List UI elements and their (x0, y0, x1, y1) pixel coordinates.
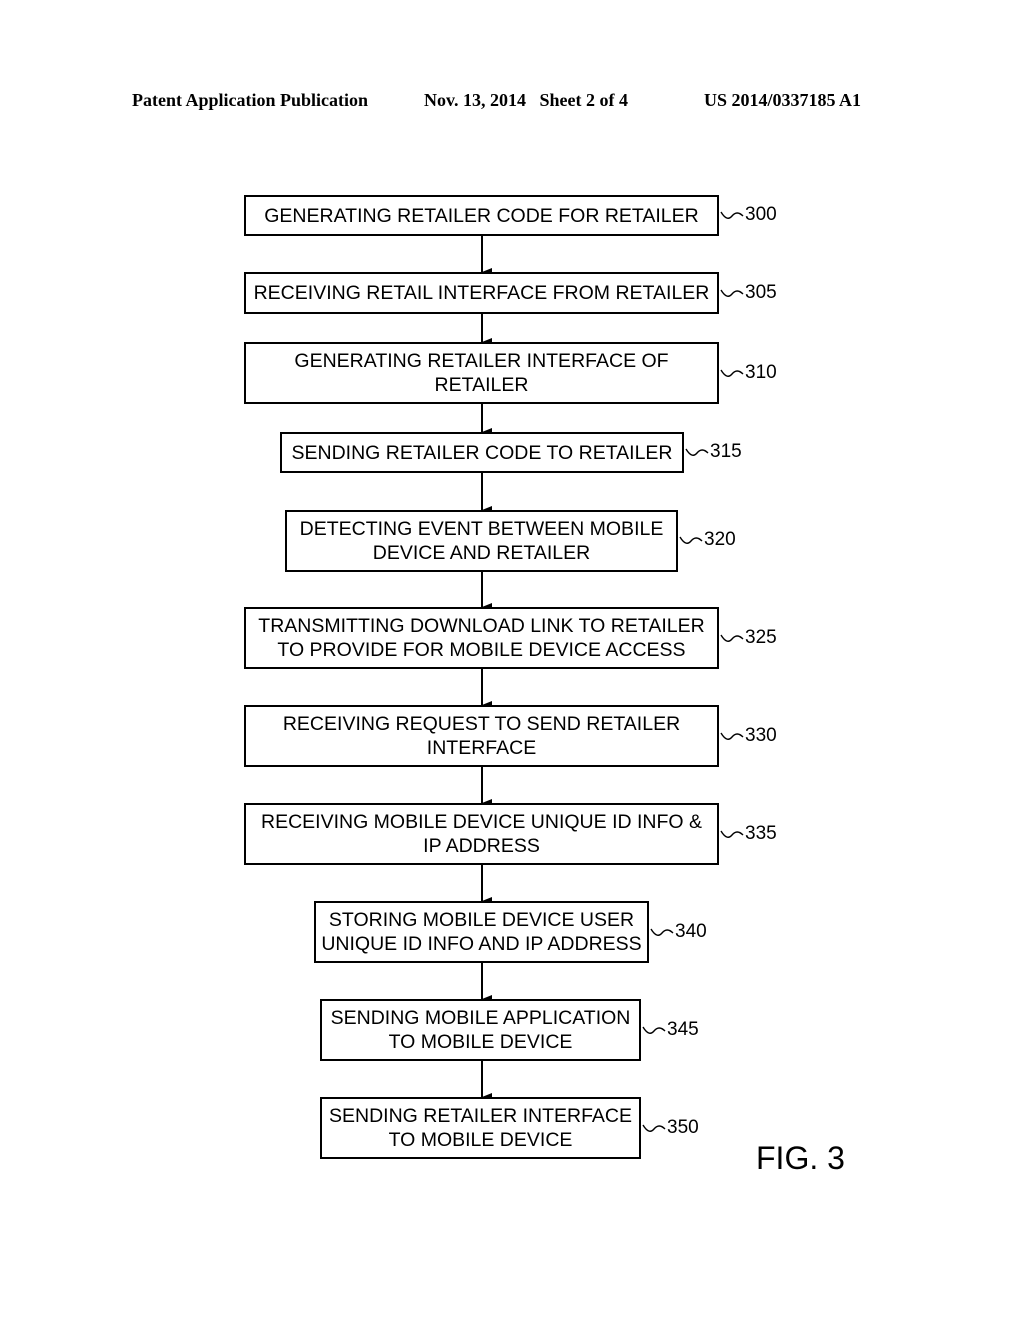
step-text-335: RECEIVING MOBILE DEVICE UNIQUE ID INFO &… (261, 811, 702, 857)
step-text-345: SENDING MOBILE APPLICATION TO MOBILE DEV… (330, 1007, 631, 1053)
leader-squiggle-icon (720, 732, 744, 740)
step-text-305: RECEIVING RETAIL INTERFACE FROM RETAILER (253, 282, 710, 304)
leader-squiggle-icon (685, 448, 709, 456)
ref-label-305: 305 (720, 282, 777, 304)
ref-label-320: 320 (679, 529, 736, 551)
step-text-315: SENDING RETAILER CODE TO RETAILER (291, 441, 673, 464)
leader-squiggle-icon (720, 289, 744, 297)
leader-squiggle-icon (642, 1026, 666, 1034)
step-box-310: GENERATING RETAILER INTERFACE OF RETAILE… (244, 342, 719, 404)
step-box-330: RECEIVING REQUEST TO SEND RETAILER INTER… (244, 705, 719, 767)
ref-label-325: 325 (720, 627, 777, 649)
leader-squiggle-icon (720, 369, 744, 377)
ref-label-335: 335 (720, 823, 777, 845)
leader-squiggle-icon (650, 928, 674, 936)
ref-label-315: 315 (685, 441, 742, 463)
ref-label-310: 310 (720, 362, 777, 384)
ref-label-350: 350 (642, 1117, 699, 1139)
step-text-300: GENERATING RETAILER CODE FOR RETAILER (264, 204, 699, 227)
step-box-300: GENERATING RETAILER CODE FOR RETAILER (244, 195, 719, 236)
step-text-320: DETECTING EVENT BETWEEN MOBILE DEVICE AN… (299, 518, 664, 564)
figure-label: FIG. 3 (756, 1140, 845, 1176)
step-box-335: RECEIVING MOBILE DEVICE UNIQUE ID INFO &… (244, 803, 719, 865)
step-box-320: DETECTING EVENT BETWEEN MOBILE DEVICE AN… (285, 510, 678, 572)
leader-squiggle-icon (720, 830, 744, 838)
leader-squiggle-icon (642, 1124, 666, 1132)
ref-label-345: 345 (642, 1019, 699, 1041)
step-text-340: STORING MOBILE DEVICE USER UNIQUE ID INF… (321, 909, 642, 955)
step-text-325: TRANSMITTING DOWNLOAD LINK TO RETAILER T… (258, 615, 705, 661)
step-box-350: SENDING RETAILER INTERFACE TO MOBILE DEV… (320, 1097, 641, 1159)
leader-squiggle-icon (720, 211, 744, 219)
ref-label-340: 340 (650, 921, 707, 943)
step-text-310: GENERATING RETAILER INTERFACE OF RETAILE… (294, 350, 669, 396)
leader-squiggle-icon (720, 634, 744, 642)
step-box-345: SENDING MOBILE APPLICATION TO MOBILE DEV… (320, 999, 641, 1061)
step-text-350: SENDING RETAILER INTERFACE TO MOBILE DEV… (328, 1105, 633, 1151)
step-text-330: RECEIVING REQUEST TO SEND RETAILER INTER… (282, 713, 681, 759)
ref-label-330: 330 (720, 725, 777, 747)
step-box-325: TRANSMITTING DOWNLOAD LINK TO RETAILER T… (244, 607, 719, 669)
step-box-305: RECEIVING RETAIL INTERFACE FROM RETAILER (244, 272, 719, 314)
step-box-340: STORING MOBILE DEVICE USER UNIQUE ID INF… (314, 901, 649, 963)
step-box-315: SENDING RETAILER CODE TO RETAILER (280, 432, 684, 473)
ref-label-300: 300 (720, 204, 777, 226)
leader-squiggle-icon (679, 536, 703, 544)
